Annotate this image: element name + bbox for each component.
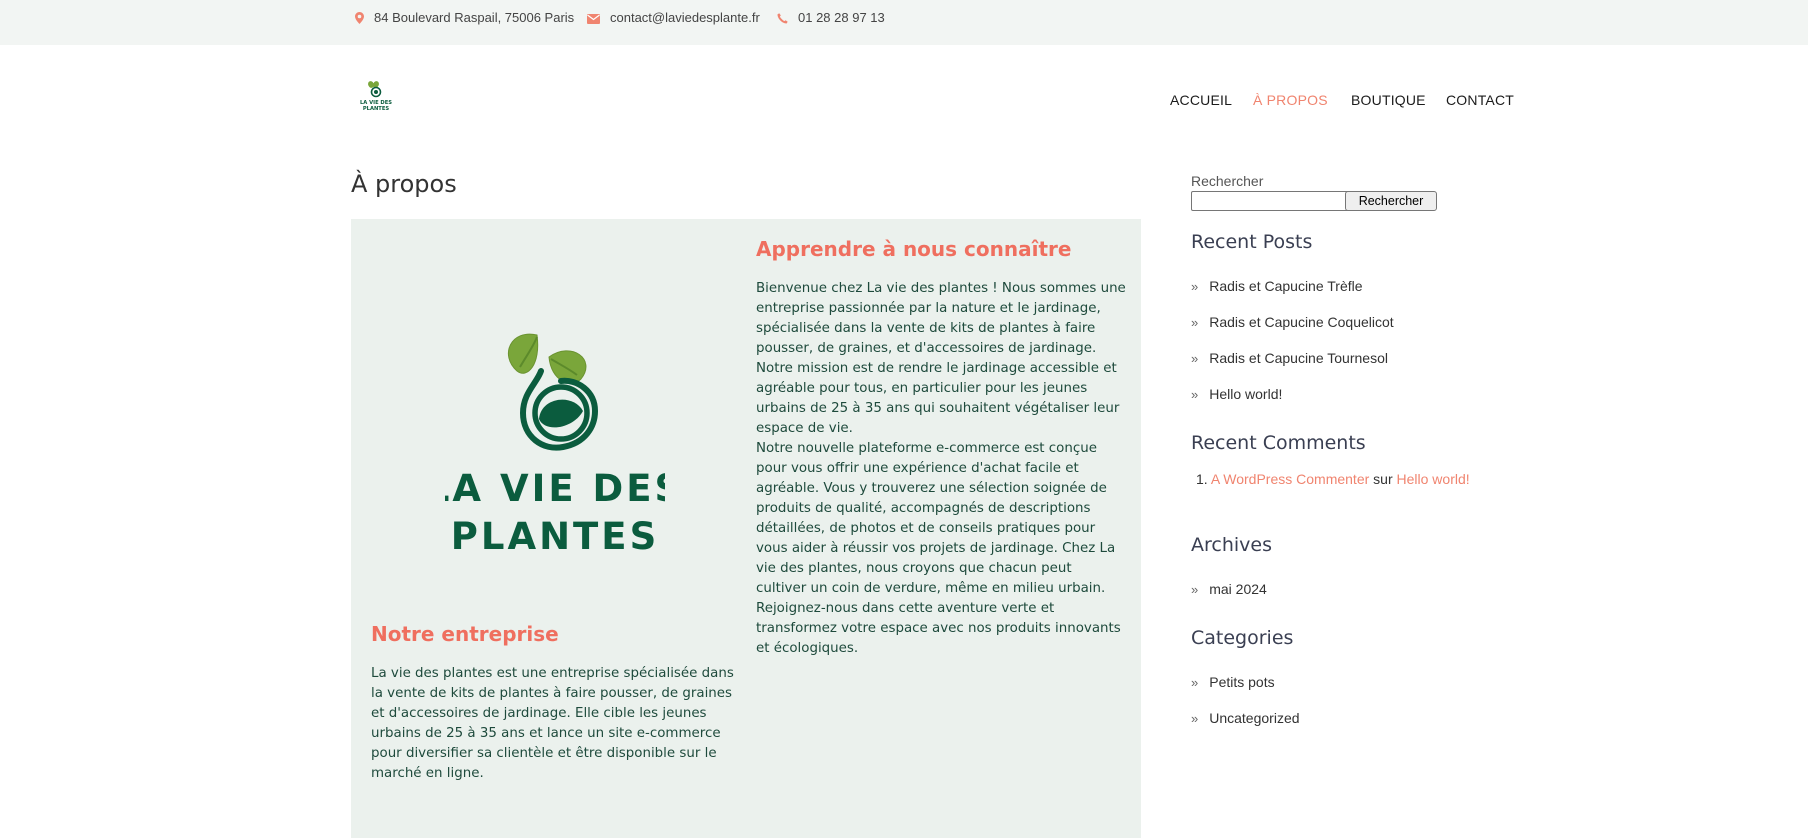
recent-posts-title: Recent Posts [1191, 231, 1313, 253]
page-title: À propos [351, 170, 457, 198]
logo-line2: PLANTES [363, 106, 390, 112]
phone-info[interactable]: 01 28 28 97 13 [777, 10, 885, 25]
recent-comments-title: Recent Comments [1191, 432, 1366, 454]
category-link[interactable]: Petits pots [1209, 674, 1274, 690]
nav-a-propos[interactable]: À PROPOS [1253, 92, 1328, 108]
map-marker-icon [355, 12, 364, 24]
search-button[interactable]: Rechercher [1345, 191, 1437, 211]
comment-author-link[interactable]: A WordPress Commenter [1211, 471, 1369, 487]
category-item[interactable]: » Petits pots [1191, 674, 1275, 690]
nav-boutique[interactable]: BOUTIQUE [1351, 92, 1426, 108]
recent-comment-item: 1. A WordPress Commenter sur Hello world… [1196, 471, 1470, 487]
about-heading: Apprendre à nous connaître [756, 237, 1072, 261]
company-paragraph: La vie des plantes est une entreprise sp… [371, 666, 734, 781]
logo-sprout-icon: LA VIE DES PLANTES [426, 333, 681, 558]
address-text: 84 Boulevard Raspail, 75006 Paris [374, 10, 575, 25]
categories-title: Categories [1191, 627, 1294, 649]
comment-separator: sur [1373, 471, 1393, 487]
recent-post-item[interactable]: » Radis et Capucine Coquelicot [1191, 314, 1394, 330]
chevron-right-icon: » [1191, 675, 1199, 690]
big-logo-line2: PLANTES [451, 515, 659, 555]
site-logo[interactable]: LA VIE DES PLANTES [360, 80, 392, 116]
logo-mark: LA VIE DES PLANTES [360, 81, 392, 112]
big-logo: LA VIE DES PLANTES [426, 325, 681, 558]
recent-post-link[interactable]: Radis et Capucine Trèfle [1209, 278, 1362, 294]
chevron-right-icon: » [1191, 279, 1199, 294]
email-link[interactable]: contact@laviedesplante.fr [610, 10, 760, 25]
search-label: Rechercher [1191, 173, 1264, 189]
archive-item[interactable]: » mai 2024 [1191, 581, 1267, 597]
recent-post-item[interactable]: » Hello world! [1191, 386, 1282, 402]
chevron-right-icon: » [1191, 387, 1199, 402]
comment-post-link[interactable]: Hello world! [1397, 471, 1470, 487]
category-link[interactable]: Uncategorized [1209, 710, 1299, 726]
category-item[interactable]: » Uncategorized [1191, 710, 1300, 726]
chevron-right-icon: » [1191, 351, 1199, 366]
comment-number: 1. [1196, 471, 1208, 487]
top-info-bar: 84 Boulevard Raspail, 75006 Paris contac… [0, 0, 1808, 45]
phone-text[interactable]: 01 28 28 97 13 [798, 10, 885, 25]
chevron-right-icon: » [1191, 582, 1199, 597]
recent-post-link[interactable]: Radis et Capucine Tournesol [1209, 350, 1388, 366]
chevron-right-icon: » [1191, 711, 1199, 726]
search-input[interactable] [1191, 191, 1349, 211]
archives-title: Archives [1191, 534, 1272, 556]
about-paragraph-2: Notre nouvelle plateforme e-commerce est… [756, 441, 1121, 656]
phone-icon [777, 13, 788, 24]
recent-post-item[interactable]: » Radis et Capucine Tournesol [1191, 350, 1388, 366]
email-info[interactable]: contact@laviedesplante.fr [587, 10, 760, 25]
about-paragraph-1: Bienvenue chez La vie des plantes ! Nous… [756, 281, 1126, 436]
nav-accueil[interactable]: ACCUEIL [1170, 92, 1232, 108]
envelope-icon [587, 14, 600, 24]
nav-contact[interactable]: CONTACT [1446, 92, 1514, 108]
big-logo-line1: LA VIE DES [445, 467, 665, 510]
company-heading: Notre entreprise [371, 622, 559, 646]
recent-post-link[interactable]: Hello world! [1209, 386, 1282, 402]
archive-link[interactable]: mai 2024 [1209, 581, 1267, 597]
chevron-right-icon: » [1191, 315, 1199, 330]
recent-post-item[interactable]: » Radis et Capucine Trèfle [1191, 278, 1363, 294]
recent-post-link[interactable]: Radis et Capucine Coquelicot [1209, 314, 1393, 330]
address-info: 84 Boulevard Raspail, 75006 Paris [355, 10, 574, 25]
